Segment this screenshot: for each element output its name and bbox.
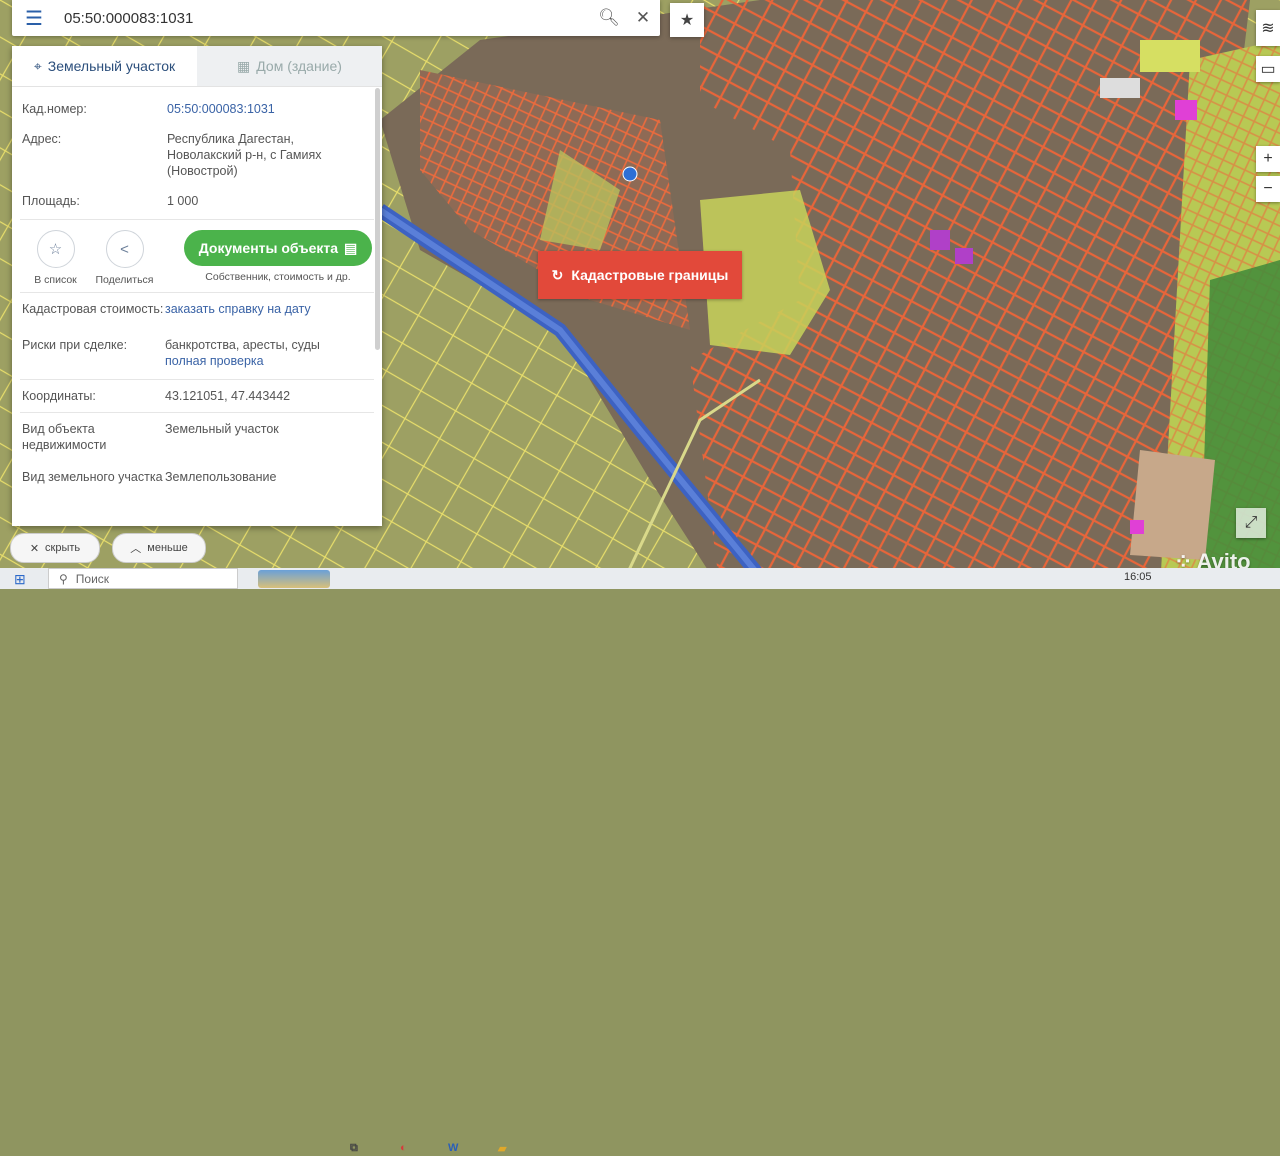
land-type-row: Вид земельного участка Землепользование [12, 469, 382, 485]
cadastral-boundaries-button[interactable]: ↻ Кадастровые границы [538, 251, 742, 299]
zoom-out-button[interactable]: − [1256, 176, 1280, 202]
share-icon: < [105, 230, 144, 268]
panel-scrollbar[interactable] [375, 88, 380, 350]
land-type-label: Вид земельного участка [22, 470, 163, 484]
favorite-star-button[interactable]: ★ [670, 3, 704, 37]
cad-number-row: Кад.номер: 05:50:000083:1031 [12, 101, 382, 117]
folder-icon[interactable]: ▰ [498, 1140, 506, 1156]
land-type-value: Землепользование [165, 470, 277, 484]
building-icon: ▦ [237, 57, 251, 74]
object-type-value: Земельный участок [165, 422, 279, 436]
close-icon[interactable]: ✕ [626, 0, 660, 36]
address-label: Адрес: [22, 132, 62, 146]
cad-number-value[interactable]: 05:50:000083:1031 [167, 101, 372, 117]
chevron-up-icon: ︿ [130, 543, 142, 555]
object-type-row: Вид объекта недвижимости Земельный участ… [12, 421, 382, 453]
area-row: Площадь: 1 000 [12, 193, 382, 209]
cost-row: Кадастровая стоимость: заказать справку … [12, 301, 382, 317]
document-icon: ▤ [344, 239, 358, 256]
taskbar-search[interactable]: ⚲ Поиск [48, 568, 238, 589]
documents-subtitle: Собственник, стоимость и др. [205, 271, 351, 283]
location-pin-icon: ⌖ [33, 57, 42, 74]
taskbar-clock: 16:05 [1124, 571, 1152, 583]
parcel-info-panel: ⌖ Земельный участок ▦ Дом (здание) Кад.н… [12, 46, 382, 526]
address-value: Республика Дагестан, Новолакский р-н, с … [167, 132, 322, 178]
coords-label: Координаты: [22, 389, 96, 403]
taskbar-news-widget[interactable] [258, 570, 330, 588]
browser-icon[interactable]: ◐ [400, 1140, 407, 1156]
cost-link[interactable]: заказать справку на дату [165, 301, 372, 317]
full-check-link[interactable]: полная проверка [165, 353, 372, 369]
divider [20, 412, 374, 413]
object-type-label: Вид объекта недвижимости [22, 422, 107, 452]
refresh-icon: ↻ [551, 266, 564, 283]
area-value: 1 000 [167, 194, 199, 208]
menu-icon[interactable]: ☰ [12, 0, 56, 36]
risk-row: Риски при сделке: банкротства, аресты, с… [12, 337, 382, 369]
search-icon[interactable]: 🔍︎ [592, 0, 626, 36]
risk-value: банкротства, аресты, суды [165, 338, 320, 352]
panel-tabs: ⌖ Земельный участок ▦ Дом (здание) [12, 46, 382, 87]
add-to-list-button[interactable]: ☆ В список [26, 230, 85, 286]
divider [20, 292, 374, 293]
task-view-icon[interactable]: ⧉ [350, 1140, 358, 1156]
search-input[interactable] [56, 2, 592, 34]
cad-number-label: Кад.номер: [22, 102, 87, 116]
tab-building[interactable]: ▦ Дом (здание) [197, 46, 382, 86]
taskbar: ⊞ ⚲ Поиск ⧉ ◐ W ▰ 16:05 [0, 568, 1280, 1155]
search-icon: ⚲ [59, 571, 68, 586]
documents-button[interactable]: Документы объекта ▤ [184, 230, 372, 266]
less-button[interactable]: ︿ меньше [112, 533, 206, 563]
divider [20, 379, 374, 380]
close-icon: ✕ [29, 542, 40, 555]
documents-block: Документы объекта ▤ Собственник, стоимос… [184, 230, 372, 283]
layers-icon[interactable]: ≋ [1256, 10, 1280, 46]
map-mode-icon[interactable]: ▭ [1256, 56, 1280, 82]
tab-land-plot[interactable]: ⌖ Земельный участок [12, 46, 197, 86]
search-bar: ☰ 🔍︎ ✕ [12, 0, 660, 36]
address-row: Адрес: Республика Дагестан, Новолакский … [12, 131, 382, 179]
hide-panel-button[interactable]: ✕ скрыть [10, 533, 100, 563]
coords-row: Координаты: 43.121051, 47.443442 [12, 388, 382, 404]
zoom-in-button[interactable]: + [1256, 146, 1280, 172]
star-outline-icon: ☆ [36, 230, 75, 268]
risk-label: Риски при сделке: [22, 338, 128, 352]
coords-value: 43.121051, 47.443442 [165, 389, 291, 403]
cost-label: Кадастровая стоимость: [22, 302, 164, 316]
share-button[interactable]: < Поделиться [95, 230, 154, 286]
area-label: Площадь: [22, 194, 80, 208]
fullscreen-icon[interactable]: ⤢ [1236, 508, 1266, 538]
word-icon[interactable]: W [448, 1140, 458, 1156]
windows-start-icon[interactable]: ⊞ [14, 571, 26, 588]
action-bar: ☆ В список < Поделиться Документы объект… [12, 220, 382, 292]
